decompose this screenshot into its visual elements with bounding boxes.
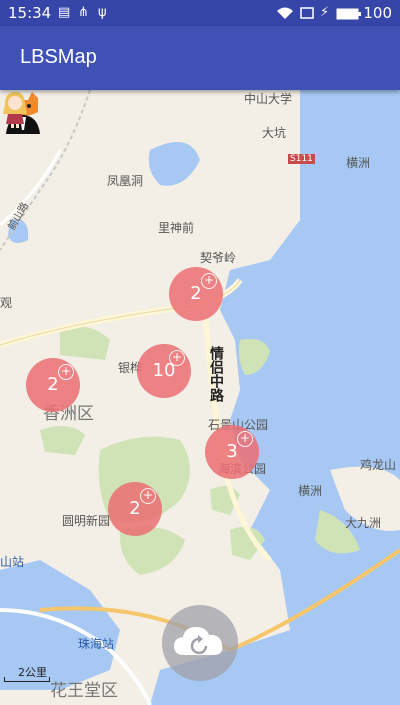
status-time: 15:34 [8,4,52,22]
notification-icon: ▤ [58,5,71,20]
road-qinglv: 情侣中路 [208,346,224,402]
plus-icon: + [201,273,217,289]
plus-icon: + [140,488,156,504]
place-jilongshan: 鸡龙山 [360,458,397,472]
cloud-refresh-icon [174,627,223,655]
user-avatar-marker[interactable] [0,90,30,128]
plus-icon: + [169,350,185,366]
map-view[interactable]: 中山大学 大坑 S111 横洲 凤凰洞 里神前 契爷岭 观 银桦 香洲区 情侣中… [0,90,400,705]
place-zhongshan-univ: 中山大学 [244,92,293,106]
place-qiyeling: 契爷岭 [200,251,237,265]
place-dajiuzhou: 大九洲 [345,516,382,530]
place-left-edge: 观 [0,296,13,310]
cluster-marker[interactable]: 2 + [169,267,223,321]
cluster-count: 2 [129,498,141,519]
place-hengzhou: 横洲 [346,156,371,170]
plus-icon: + [237,431,253,447]
cluster-marker[interactable]: 3 + [205,425,259,479]
place-zhuhai-station: 珠海站 [78,637,115,651]
wifi-icon [277,7,293,19]
scale-bar [4,677,50,682]
charging-icon: ⚡ [320,5,330,20]
place-dakeng: 大坑 [262,126,287,140]
place-lishenqian: 里神前 [158,221,195,235]
refresh-button[interactable] [162,605,238,681]
usb-debug-icon: ψ [98,5,107,20]
cluster-count: 3 [226,441,238,462]
cluster-marker[interactable]: 2 + [108,482,162,536]
battery-icon [336,8,361,20]
place-fenghuangdong: 凤凰洞 [107,174,144,188]
map-scale: 2公里 [4,666,64,682]
usb-icon: ⋔ [78,5,89,20]
place-yuanmingxinyuan: 圆明新园 [62,514,111,528]
place-shan-station: 山站 [0,555,25,569]
app-bar: LBSMap [0,26,400,90]
battery-level: 100 [363,4,392,22]
status-bar: 15:34 ▤ ⋔ ψ ⚡ 100 [0,0,400,26]
cluster-count: 2 [190,283,202,304]
cluster-marker[interactable]: 2 + [26,358,80,412]
highway-s111: S111 [288,154,315,164]
app-title: LBSMap [20,46,97,68]
place-hengzhou-2: 横洲 [298,484,323,498]
cluster-count: 2 [47,374,59,395]
sim-icon [300,7,314,19]
plus-icon: + [58,364,74,380]
cluster-marker[interactable]: 10 + [137,344,191,398]
